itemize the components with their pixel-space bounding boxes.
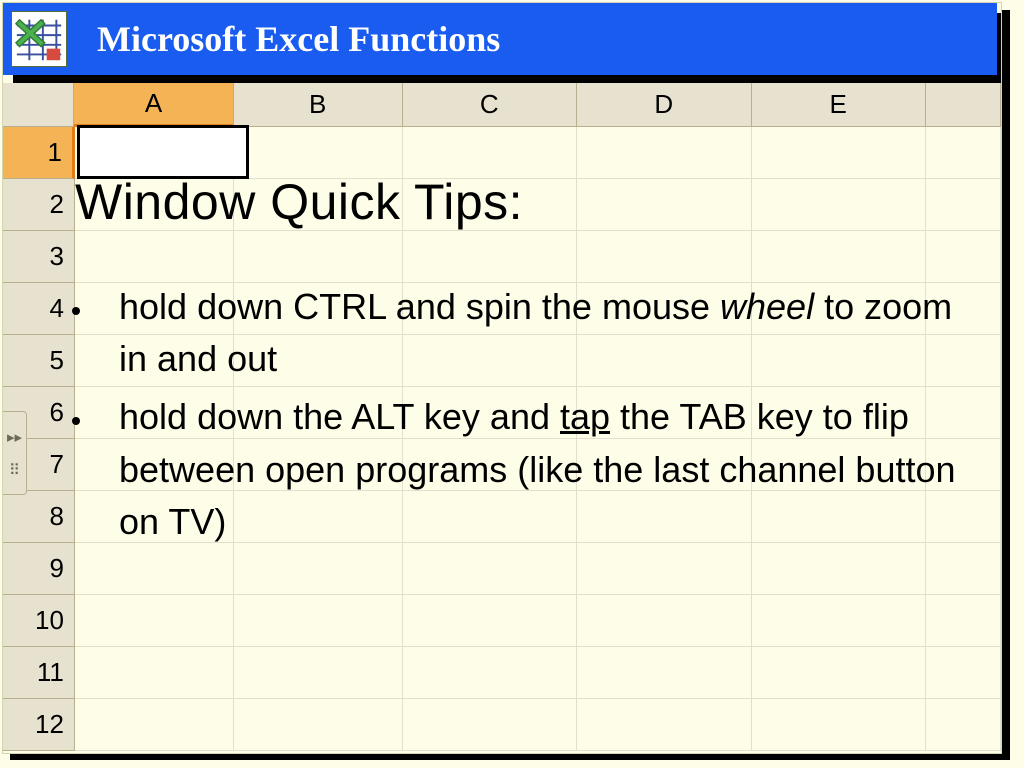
- row-header-11[interactable]: 11: [3, 647, 75, 699]
- cell[interactable]: [577, 335, 751, 387]
- side-tab-handle[interactable]: ▸▸ ⠿: [3, 411, 27, 495]
- cell[interactable]: [234, 439, 403, 491]
- cell[interactable]: [926, 179, 1001, 231]
- cell[interactable]: [752, 439, 926, 491]
- cell[interactable]: [75, 595, 234, 647]
- cell[interactable]: [75, 335, 234, 387]
- column-header-C[interactable]: C: [403, 83, 577, 127]
- cell[interactable]: [926, 127, 1001, 179]
- title-bar: Microsoft Excel Functions: [3, 3, 997, 75]
- cell[interactable]: [75, 543, 234, 595]
- cell[interactable]: [75, 699, 234, 751]
- cell[interactable]: [926, 283, 1001, 335]
- cell[interactable]: [926, 439, 1001, 491]
- cell[interactable]: [234, 387, 403, 439]
- column-header-B[interactable]: B: [234, 83, 403, 127]
- cell[interactable]: [577, 283, 751, 335]
- cell[interactable]: [403, 699, 577, 751]
- cell[interactable]: [75, 647, 234, 699]
- cell[interactable]: [577, 647, 751, 699]
- cell[interactable]: [403, 491, 577, 543]
- cell[interactable]: [752, 179, 926, 231]
- cell[interactable]: [403, 647, 577, 699]
- row-header-1[interactable]: 1: [3, 127, 75, 179]
- cell[interactable]: [403, 595, 577, 647]
- cell[interactable]: [234, 543, 403, 595]
- cell[interactable]: [752, 335, 926, 387]
- cell[interactable]: [752, 127, 926, 179]
- cell[interactable]: [926, 595, 1001, 647]
- cell[interactable]: [926, 491, 1001, 543]
- column-header-D[interactable]: D: [577, 83, 751, 127]
- title-text: Microsoft Excel Functions: [97, 18, 500, 60]
- row-header-10[interactable]: 10: [3, 595, 75, 647]
- spreadsheet-grid: ABCDE 123456789101112 ▸▸ ⠿: [3, 83, 1001, 753]
- cell[interactable]: [752, 543, 926, 595]
- cell[interactable]: [752, 699, 926, 751]
- row-header-12[interactable]: 12: [3, 699, 75, 751]
- cell[interactable]: [403, 231, 577, 283]
- column-header-5[interactable]: [926, 83, 1001, 127]
- cell[interactable]: [403, 387, 577, 439]
- cell[interactable]: [75, 127, 234, 179]
- cell[interactable]: [403, 335, 577, 387]
- cell[interactable]: [926, 335, 1001, 387]
- cell[interactable]: [234, 647, 403, 699]
- cell[interactable]: [234, 231, 403, 283]
- cell[interactable]: [752, 387, 926, 439]
- cell[interactable]: [752, 283, 926, 335]
- cell[interactable]: [926, 699, 1001, 751]
- column-header-E[interactable]: E: [752, 83, 926, 127]
- cell[interactable]: [234, 491, 403, 543]
- cell[interactable]: [234, 283, 403, 335]
- cell[interactable]: [75, 283, 234, 335]
- cell[interactable]: [403, 283, 577, 335]
- excel-icon: [11, 11, 67, 67]
- cell[interactable]: [926, 231, 1001, 283]
- cell[interactable]: [577, 439, 751, 491]
- cell[interactable]: [752, 491, 926, 543]
- cell[interactable]: [926, 387, 1001, 439]
- cell[interactable]: [577, 491, 751, 543]
- cell[interactable]: [75, 439, 234, 491]
- cell[interactable]: [752, 231, 926, 283]
- cell[interactable]: [234, 335, 403, 387]
- cell[interactable]: [752, 595, 926, 647]
- cell[interactable]: [75, 387, 234, 439]
- cell[interactable]: [403, 439, 577, 491]
- cell[interactable]: [926, 647, 1001, 699]
- row-header-9[interactable]: 9: [3, 543, 75, 595]
- cell[interactable]: [752, 647, 926, 699]
- cell[interactable]: [577, 231, 751, 283]
- cell[interactable]: [926, 543, 1001, 595]
- select-all-corner[interactable]: [3, 83, 74, 127]
- cell[interactable]: [75, 179, 234, 231]
- cell[interactable]: [234, 595, 403, 647]
- cell[interactable]: [403, 127, 577, 179]
- row-header-2[interactable]: 2: [3, 179, 75, 231]
- cell[interactable]: [577, 543, 751, 595]
- cell[interactable]: [403, 543, 577, 595]
- cell[interactable]: [577, 595, 751, 647]
- cell[interactable]: [577, 699, 751, 751]
- row-header-3[interactable]: 3: [3, 231, 75, 283]
- cell[interactable]: [75, 231, 234, 283]
- row-header-5[interactable]: 5: [3, 335, 75, 387]
- row-header-8[interactable]: 8: [3, 491, 75, 543]
- cell[interactable]: [234, 699, 403, 751]
- cell[interactable]: [577, 179, 751, 231]
- row-header-4[interactable]: 4: [3, 283, 75, 335]
- cell[interactable]: [577, 127, 751, 179]
- cell[interactable]: [234, 179, 403, 231]
- slide: Microsoft Excel Functions ABCDE 12345678…: [2, 2, 1002, 754]
- cell[interactable]: [577, 387, 751, 439]
- column-header-A[interactable]: A: [74, 83, 233, 127]
- cell[interactable]: [234, 127, 403, 179]
- cell[interactable]: [75, 491, 234, 543]
- cell[interactable]: [403, 179, 577, 231]
